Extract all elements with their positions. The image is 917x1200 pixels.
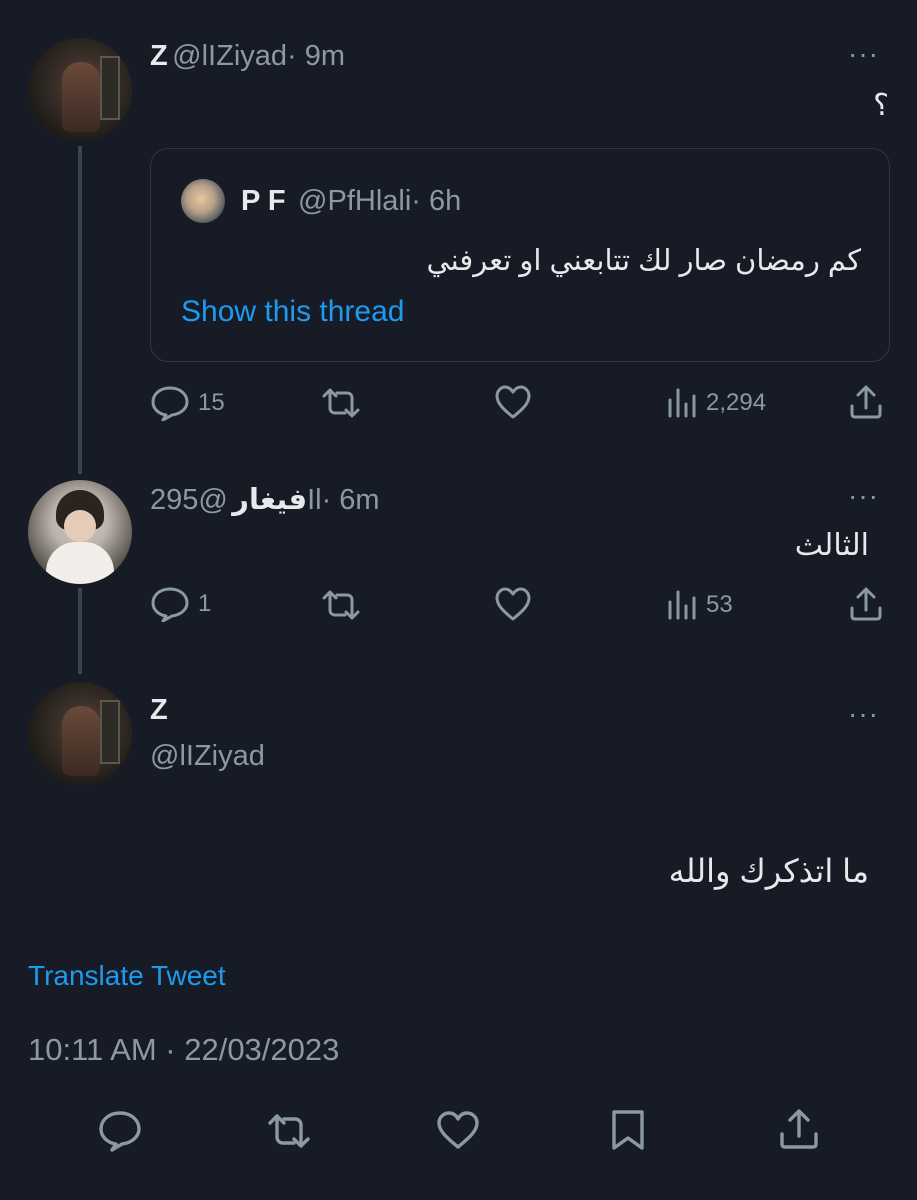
author-name[interactable]: فيغار	[232, 484, 307, 516]
show-thread-link[interactable]: Show this thread	[181, 295, 404, 329]
retweet-button[interactable]	[318, 386, 364, 420]
share-icon	[850, 385, 882, 419]
reply-icon	[151, 587, 189, 622]
avatar-face	[64, 510, 96, 542]
author-handle[interactable]: @lIZiyad	[150, 740, 265, 773]
tweet-text: ما اتذكرك والله	[668, 853, 869, 889]
reply-button[interactable]	[98, 1110, 142, 1152]
avatar[interactable]	[28, 480, 132, 584]
quoted-time: · 6h	[411, 185, 462, 217]
avatar[interactable]	[28, 682, 132, 786]
quoted-header: P F @PfHlali· 6h	[241, 185, 461, 218]
like-icon	[495, 587, 531, 621]
quoted-author-name: P F	[241, 185, 286, 217]
tweet-text: الثالث	[794, 529, 869, 562]
avatar-figure	[62, 706, 100, 776]
avatar-body	[46, 542, 114, 584]
avatar-figure	[62, 62, 100, 132]
quoted-avatar	[181, 179, 225, 223]
share-icon	[780, 1109, 818, 1149]
views-count: 53	[706, 591, 733, 618]
views-button[interactable]: 53	[664, 588, 733, 622]
share-button[interactable]	[848, 384, 884, 420]
more-icon[interactable]: ···	[848, 480, 879, 512]
tweet-time[interactable]: · 6m	[322, 484, 380, 516]
author-name[interactable]: Z	[150, 40, 168, 72]
thread-line	[78, 146, 82, 474]
like-button[interactable]	[494, 586, 532, 622]
translate-tweet-link[interactable]: Translate Tweet	[28, 960, 226, 992]
views-count: 2,294	[706, 389, 767, 416]
quoted-author-handle: @PfHlali	[298, 185, 412, 217]
retweet-button[interactable]	[318, 588, 364, 622]
reply-button[interactable]: 15	[150, 385, 225, 421]
share-button[interactable]	[848, 586, 884, 622]
quoted-tweet[interactable]: P F @PfHlali· 6h كم رمضان صار لك تتابعني…	[150, 148, 890, 362]
more-icon[interactable]: ···	[848, 38, 879, 70]
retweet-icon	[322, 590, 360, 620]
author-name[interactable]: Z	[150, 694, 168, 727]
share-icon	[850, 587, 882, 621]
views-icon	[668, 590, 696, 620]
retweet-icon	[268, 1114, 310, 1148]
thread-line	[78, 588, 82, 674]
bookmark-button[interactable]	[610, 1108, 646, 1152]
reply-count: 1	[198, 590, 212, 617]
more-icon[interactable]: ···	[848, 698, 879, 730]
avatar[interactable]	[28, 38, 132, 142]
views-button[interactable]: 2,294	[664, 386, 766, 420]
author-handle[interactable]: @lIZiyad	[172, 40, 287, 72]
bookmark-icon	[612, 1110, 644, 1150]
share-button[interactable]	[778, 1108, 820, 1150]
tweet-text: ؟	[873, 89, 889, 122]
views-icon	[668, 388, 696, 418]
retweet-button[interactable]	[264, 1112, 314, 1150]
quoted-text: كم رمضان صار لك تتابعني او تعرفني	[426, 245, 861, 277]
tweet-header: Z @lIZiyad· 9m	[150, 40, 345, 73]
like-icon	[495, 385, 531, 419]
reply-button[interactable]: 1	[150, 586, 211, 622]
reply-count: 15	[198, 389, 225, 416]
like-button[interactable]	[494, 384, 532, 420]
retweet-icon	[322, 388, 360, 418]
like-icon	[437, 1111, 479, 1149]
reply-icon	[99, 1111, 141, 1152]
like-button[interactable]	[436, 1110, 480, 1150]
avatar-door	[100, 700, 120, 764]
tweet-timestamp[interactable]: 10:11 AM · 22/03/2023	[28, 1032, 339, 1068]
avatar-door	[100, 56, 120, 120]
tweet-header: فيغار @295Il· 6m	[150, 482, 380, 517]
tweet-time[interactable]: · 9m	[287, 40, 345, 72]
reply-icon	[151, 386, 189, 421]
